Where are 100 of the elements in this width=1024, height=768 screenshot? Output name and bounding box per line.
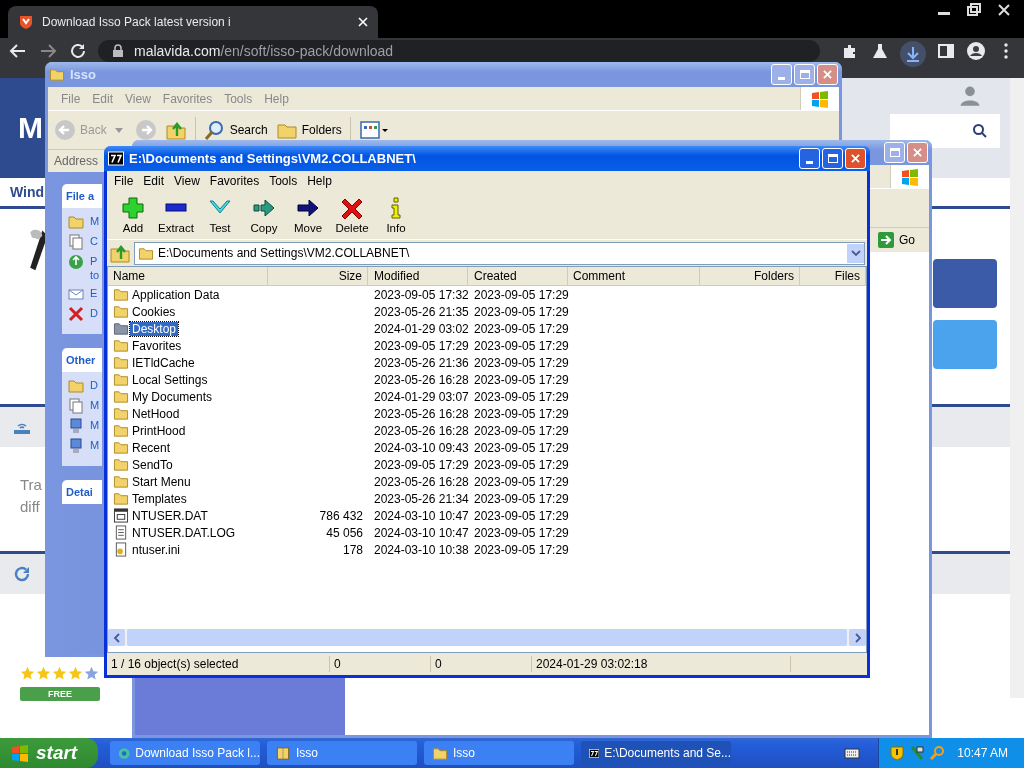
toolbar-button[interactable]: Delete — [331, 196, 373, 234]
task-link[interactable]: M — [90, 418, 102, 432]
file-name[interactable]: Local Settings — [130, 372, 210, 387]
keyboard-icon[interactable] — [844, 747, 861, 759]
task-link[interactable]: M — [90, 214, 102, 228]
column-header[interactable]: Size — [268, 267, 368, 285]
column-header[interactable]: Files — [800, 267, 866, 285]
close-icon — [823, 70, 832, 79]
browser-tab[interactable]: Download Isso Pack latest version i — [8, 6, 378, 38]
file-name[interactable]: Desktop — [130, 321, 179, 336]
folder-icon — [113, 304, 129, 319]
column-header[interactable]: Folders — [700, 267, 800, 285]
task-link[interactable]: C — [90, 234, 102, 248]
column-header[interactable]: Modified — [368, 267, 468, 285]
dropdown-button[interactable] — [847, 243, 864, 263]
close-button[interactable] — [845, 148, 866, 169]
toolbar-button[interactable]: Extract — [155, 196, 197, 234]
file-name[interactable]: PrintHood — [130, 423, 188, 438]
nav-link[interactable]: Wind — [10, 184, 45, 200]
table-cell-text: 2024-01-29 03:07 — [373, 389, 468, 404]
download-icon[interactable] — [900, 41, 926, 67]
column-header[interactable]: Comment — [568, 267, 700, 285]
avatar-icon[interactable] — [966, 41, 986, 61]
arrow-right-icon — [252, 196, 276, 220]
sidebar-icon[interactable] — [936, 41, 956, 61]
column-header[interactable]: Name — [108, 267, 268, 285]
file-name[interactable]: My Documents — [130, 389, 215, 404]
taskbar-button[interactable]: E:\Documents and Se... — [581, 741, 731, 765]
menu-item[interactable]: Edit — [138, 174, 170, 188]
task-link[interactable]: P to — [90, 254, 102, 282]
flask-icon[interactable] — [870, 41, 890, 61]
task-link[interactable]: D — [90, 378, 102, 392]
text-file-icon — [113, 525, 129, 540]
network-icon[interactable] — [909, 745, 926, 761]
toolbar-button[interactable]: Info — [375, 196, 417, 234]
address-bar[interactable]: malavida.com/en/soft/isso-pack/download — [98, 40, 820, 62]
globe-icon — [118, 745, 131, 761]
task-link[interactable]: D — [90, 306, 102, 320]
minimize-button[interactable] — [799, 148, 820, 169]
shield-icon[interactable] — [889, 745, 906, 761]
file-name[interactable]: NetHood — [130, 406, 182, 421]
taskbar-button[interactable]: Isso — [424, 741, 574, 765]
site-logo[interactable]: M — [18, 111, 43, 145]
chevron-right-icon — [853, 632, 862, 643]
file-name[interactable]: Application Data — [130, 287, 222, 302]
maximize-button[interactable] — [822, 148, 843, 169]
search-field[interactable] — [890, 114, 1000, 148]
file-name[interactable]: NTUSER.DAT.LOG — [130, 525, 238, 540]
taskbar-button[interactable]: Download Isso Pack l... — [110, 741, 260, 765]
toolbar-button[interactable]: Test — [199, 196, 241, 234]
table-cell-text: 2023-09-05 17:29 — [473, 406, 568, 421]
cross-icon — [340, 196, 364, 220]
file-name[interactable]: NTUSER.DAT — [130, 508, 210, 523]
file-name[interactable]: Recent — [130, 440, 173, 455]
task-link[interactable]: M — [90, 398, 102, 412]
menu-item[interactable]: Tools — [264, 174, 303, 188]
star-icon — [68, 666, 83, 681]
toolbar-button[interactable]: Move — [287, 196, 329, 234]
table-cell-text: 2023-09-05 17:29 — [473, 474, 568, 489]
scroll-left-button[interactable] — [108, 629, 125, 646]
table-cell-text: 2023-05-26 16:28 — [373, 423, 468, 438]
taskbar-button[interactable]: Isso — [267, 741, 417, 765]
maximize-icon — [827, 154, 838, 163]
file-name[interactable]: Start Menu — [130, 474, 193, 489]
reload-icon[interactable] — [68, 41, 88, 61]
table-cell-text: 2023-09-05 17:29 — [473, 338, 568, 353]
search-icon[interactable] — [972, 123, 988, 139]
table-cell-text: 178 — [341, 542, 364, 557]
toolbar-button[interactable]: Add — [113, 196, 153, 234]
scroll-right-button[interactable] — [849, 629, 866, 646]
close-icon[interactable] — [358, 17, 368, 27]
file-name[interactable]: Templates — [130, 491, 189, 506]
table-cell-text: 2023-09-05 17:29 — [473, 440, 568, 455]
table-cell-text: 2023-05-26 21:36 — [373, 355, 468, 370]
file-name[interactable]: Favorites — [130, 338, 184, 353]
folder-icon — [68, 378, 84, 394]
table-cell-text: 2023-09-05 17:29 — [473, 508, 568, 523]
file-name[interactable]: ntuser.ini — [130, 542, 183, 557]
toolbar-button[interactable]: Copy — [243, 196, 285, 234]
folder-icon — [113, 321, 129, 336]
table-cell-text: 2023-09-05 17:29 — [473, 287, 568, 302]
file-name[interactable]: IETldCache — [130, 355, 197, 370]
path-combo-box[interactable]: E:\Documents and Settings\VM2.COLLABNET\ — [134, 241, 865, 265]
table-cell-text: 2023-09-05 17:29 — [473, 372, 568, 387]
menu-item[interactable]: Help — [302, 174, 337, 188]
task-link[interactable]: E — [90, 286, 102, 300]
column-header[interactable]: Created — [468, 267, 568, 285]
menu-item[interactable]: File — [109, 174, 139, 188]
scrollbar[interactable] — [1010, 78, 1024, 698]
menu-item[interactable]: View — [169, 174, 205, 188]
start-button[interactable]: start — [0, 738, 98, 768]
shield-icon — [18, 14, 34, 30]
file-name[interactable]: Cookies — [130, 304, 178, 319]
maximize-icon — [889, 148, 900, 157]
computer-icon — [68, 418, 84, 434]
table-cell-text: 2023-09-05 17:29 — [473, 389, 568, 404]
menu-item[interactable]: Favorites — [204, 174, 265, 188]
task-link[interactable]: M — [90, 438, 102, 452]
cross-icon — [68, 306, 84, 322]
file-name[interactable]: SendTo — [130, 457, 175, 472]
